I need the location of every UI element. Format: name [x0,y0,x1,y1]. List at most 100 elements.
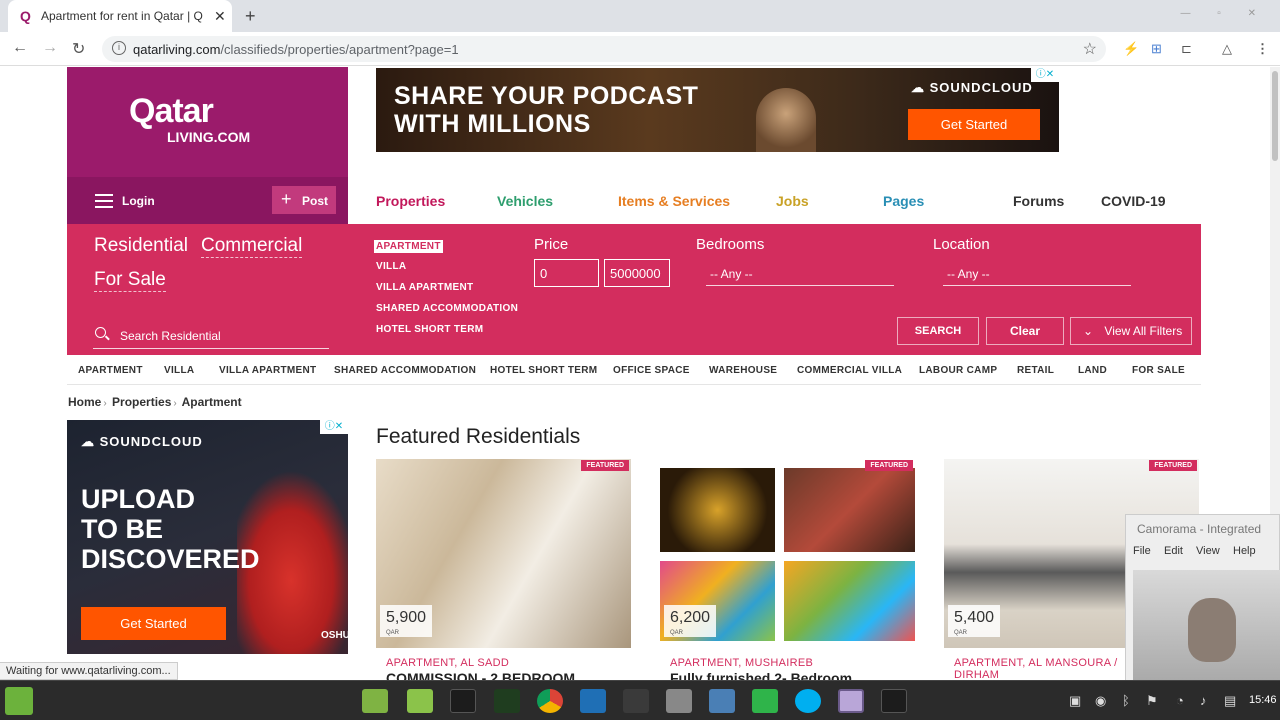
subnav-hotel-short-term[interactable]: HOTEL SHORT TERM [490,365,597,376]
calculator-icon[interactable] [623,689,649,713]
subnav-villa-apartment[interactable]: VILLA APARTMENT [219,365,316,376]
window-controls[interactable]: — ▫ ✕ [1181,8,1268,19]
nav-covid-19[interactable]: COVID-19 [1101,193,1166,209]
address-bar[interactable]: i qatarliving.com/classifieds/properties… [102,36,1106,62]
webcam-video-feed [1133,570,1280,685]
search-residential-input[interactable]: Search Residential [93,324,329,349]
site-info-icon[interactable]: i [112,41,126,55]
files-icon[interactable] [362,689,388,713]
listing-title[interactable]: Fully furnished 2- Bedroom [670,670,852,680]
ad-choices-icon[interactable]: ⓘ✕ [1031,68,1059,82]
listing-title[interactable]: COMMISSION - 2 BEDROOM [386,670,575,680]
nav-pages[interactable]: Pages [883,193,924,209]
subnav-villa[interactable]: VILLA [164,365,194,376]
nav-jobs[interactable]: Jobs [776,193,809,209]
skype-icon[interactable] [795,689,821,713]
url-text[interactable]: qatarliving.com/classifieds/properties/a… [133,42,459,57]
new-tab-button[interactable]: + [245,6,256,27]
camorama-menu-view[interactable]: View [1196,545,1220,557]
bookmark-star-icon[interactable]: ☆ [1083,39,1097,59]
chrome-icon[interactable] [537,689,563,713]
upwork-icon[interactable] [752,689,778,713]
nav-items-services[interactable]: Items & Services [618,193,730,209]
ad-get-started-button[interactable]: Get Started [908,109,1040,140]
system-monitor-icon[interactable] [494,689,520,713]
code-editor-icon[interactable] [580,689,606,713]
close-tab-icon[interactable]: ✕ [214,8,226,25]
camorama-menu-file[interactable]: File [1133,545,1151,557]
browser-tab[interactable]: Q Apartment for rent in Qatar | Q ✕ [8,0,232,32]
subnav-commercial-villa[interactable]: COMMERCIAL VILLA [797,365,902,376]
nav-vehicles[interactable]: Vehicles [497,193,553,209]
commercial-tab[interactable]: Commercial [201,235,303,258]
top-banner-ad[interactable]: SHARE YOUR PODCAST WITH MILLIONS ☁ SOUND… [376,68,1059,152]
camorama-menu-help[interactable]: Help [1233,545,1256,557]
bluetooth-icon[interactable]: ᛒ [1122,693,1130,708]
location-select[interactable]: -- Any -- [943,262,1131,286]
camera-tray-icon[interactable]: ▣ [1069,693,1081,709]
camorama-window[interactable]: Camorama - Integrated File Edit View Hel… [1125,514,1280,685]
site-logo[interactable]: Qatar LIVING.COM [67,67,348,177]
browser-status-bubble: Waiting for www.qatarliving.com... [0,662,178,680]
breadcrumb-home[interactable]: Home [68,395,101,409]
reload-icon[interactable]: ↻ [72,39,85,59]
drive-extension-icon[interactable]: △ [1222,41,1232,57]
subnav-retail[interactable]: RETAIL [1017,365,1054,376]
back-arrow-icon[interactable]: ← [12,39,28,57]
login-link[interactable]: Login [122,194,155,208]
subnav-for-sale[interactable]: FOR SALE [1132,365,1185,376]
bedrooms-select[interactable]: -- Any -- [706,262,894,286]
residential-tab[interactable]: Residential [94,235,188,257]
price-min-input[interactable]: 0 [534,259,599,287]
nav-properties[interactable]: Properties [376,193,445,209]
clock[interactable]: 15:46 [1249,694,1277,706]
ad-choices-icon[interactable]: ⓘ✕ [320,420,348,434]
volume-icon[interactable]: ♪ [1200,693,1207,708]
type-shared-accommodation[interactable]: SHARED ACCOMMODATION [376,303,518,314]
subnav-apartment[interactable]: APARTMENT [78,365,143,376]
listing-card[interactable]: FEATURED 6,200 QAR APARTMENT, MUSHAIREB … [660,459,915,680]
ad-get-started-button[interactable]: Get Started [81,607,226,640]
terminal-icon[interactable] [450,689,476,713]
for-sale-tab[interactable]: For Sale [94,269,166,292]
type-hotel-short-term[interactable]: HOTEL SHORT TERM [376,324,483,335]
type-villa[interactable]: VILLA [376,261,406,272]
subnav-shared-accommodation[interactable]: SHARED ACCOMMODATION [334,365,476,376]
mint-menu-icon[interactable] [5,687,33,715]
subnav-land[interactable]: LAND [1078,365,1107,376]
lightning-extension-icon[interactable]: ⚡ [1123,41,1139,57]
clear-button[interactable]: Clear [986,317,1064,345]
menu-kebab-icon[interactable]: ⋮ [1256,41,1269,57]
subnav-labour-camp[interactable]: LABOUR CAMP [919,365,997,376]
post-button[interactable]: + Post [272,186,336,214]
listing-card[interactable]: FEATURED 5,900 QAR APARTMENT, AL SADD CO… [376,459,631,680]
featured-badge: FEATURED [1149,460,1197,471]
camorama-menu-edit[interactable]: Edit [1164,545,1183,557]
screenshot-icon[interactable] [709,689,735,713]
folder-icon[interactable] [407,689,433,713]
view-all-filters-button[interactable]: ⌄ View All Filters [1070,317,1192,345]
price-max-input[interactable]: 5000000 [604,259,670,287]
user-app-icon[interactable] [666,689,692,713]
scrollbar-thumb[interactable] [1272,71,1278,161]
clipboard-icon[interactable]: ▤ [1224,693,1236,709]
breadcrumb-properties[interactable]: Properties [112,395,171,409]
extension-icon[interactable]: ⊏ [1181,41,1192,57]
webcam-tray-icon[interactable]: ◉ [1095,693,1106,709]
hamburger-menu-icon[interactable] [95,194,113,208]
nav-forums[interactable]: Forums [1013,193,1064,209]
keyboard-layout-flag-icon[interactable]: ⚑ [1146,693,1158,709]
forward-arrow-icon[interactable]: → [42,39,58,57]
subnav-warehouse[interactable]: WAREHOUSE [709,365,777,376]
listing-currency: QAR [670,630,684,636]
ad-brand-text: SOUNDCLOUD [99,434,203,449]
camorama-taskbar-icon[interactable] [838,689,864,713]
translate-extension-icon[interactable]: ⊞ [1151,41,1162,57]
sidebar-ad[interactable]: ☁ SOUNDCLOUD UPLOAD TO BE DISCOVERED Get… [67,420,348,654]
type-apartment[interactable]: APARTMENT [374,240,443,253]
subnav-office-space[interactable]: OFFICE SPACE [613,365,690,376]
wifi-icon[interactable]: ◔ [1176,693,1184,708]
terminal-icon[interactable] [881,689,907,713]
search-button[interactable]: SEARCH [897,317,979,345]
type-villa-apartment[interactable]: VILLA APARTMENT [376,282,473,293]
